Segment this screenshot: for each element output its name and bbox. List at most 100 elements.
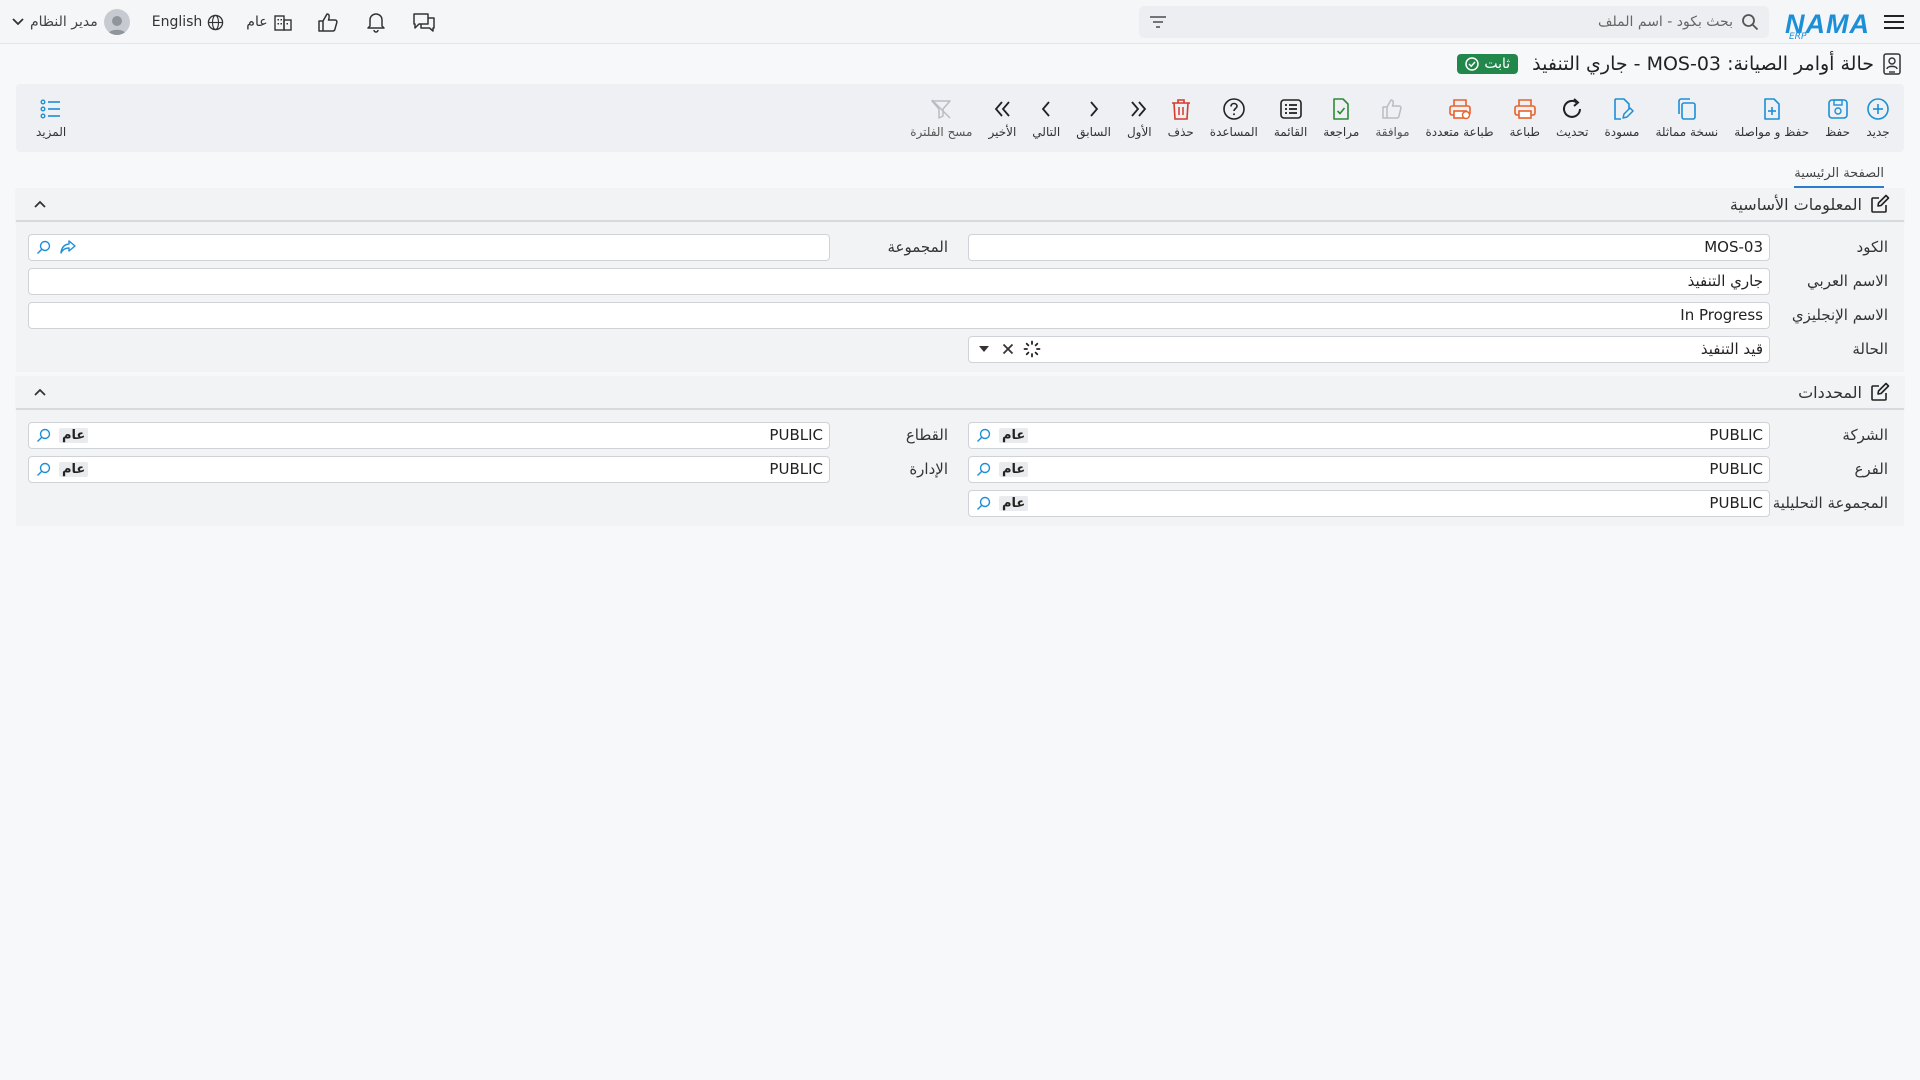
save-continue-label: حفظ و مواصلة	[1734, 125, 1810, 139]
dimensions-title-text: المحددات	[1798, 382, 1862, 402]
tab-main[interactable]: الصفحة الرئيسية	[1794, 166, 1884, 188]
delete-button[interactable]: حذف	[1160, 90, 1202, 146]
analysis-group-field[interactable]: PUBLIC عام	[968, 489, 1770, 517]
save-button[interactable]: حفظ	[1817, 90, 1858, 146]
draft-button[interactable]: مسودة	[1596, 90, 1647, 146]
next-button[interactable]: التالي	[1024, 90, 1068, 146]
basic-info-header: المعلومات الأساسية	[16, 188, 1904, 222]
code-group: الكود MOS-03	[960, 233, 1900, 261]
search-icon[interactable]	[975, 426, 993, 444]
department-group: الإدارة PUBLIC عام	[20, 455, 960, 483]
search-icon[interactable]	[975, 494, 993, 512]
branch-label: الفرع	[1854, 460, 1888, 478]
search-icon[interactable]	[35, 460, 53, 478]
help-icon	[1223, 98, 1245, 120]
save-continue-button[interactable]: حفظ و مواصلة	[1726, 90, 1817, 146]
edit-icon	[1871, 382, 1890, 401]
branch-group: الفرع PUBLIC عام	[960, 455, 1900, 483]
arabic-name-field[interactable]: جاري التنفيذ	[28, 267, 1770, 295]
branch-field[interactable]: PUBLIC عام	[968, 455, 1770, 483]
list-bullets-icon	[40, 99, 61, 119]
list-icon	[1279, 99, 1302, 119]
user-name: مدير النظام	[30, 14, 98, 30]
dimensions-section: المحددات الشركة PUBLIC عام القطاع PUBLIC…	[16, 376, 1904, 526]
code-value: MOS-03	[1704, 238, 1763, 256]
department-field[interactable]: PUBLIC عام	[28, 455, 830, 483]
department-label: الإدارة	[909, 460, 948, 478]
language-switch[interactable]: English	[152, 14, 225, 31]
menu-icon[interactable]	[1880, 8, 1908, 36]
collapse-dimensions-button[interactable]	[30, 382, 50, 402]
caret-down-icon[interactable]	[975, 340, 993, 358]
review-button[interactable]: مراجعة	[1315, 90, 1367, 146]
code-label: الكود	[1856, 238, 1888, 256]
share-icon[interactable]	[59, 238, 77, 256]
arabic-name-label: الاسم العربي	[1807, 272, 1888, 290]
thumbs-up-icon	[1382, 99, 1403, 119]
sector-field[interactable]: PUBLIC عام	[28, 421, 830, 449]
chevron-up-icon	[34, 388, 46, 396]
search-icon[interactable]	[35, 426, 53, 444]
search-icon[interactable]	[35, 238, 53, 256]
filter-icon[interactable]	[1149, 15, 1167, 29]
first-button[interactable]: الأول	[1119, 90, 1160, 146]
globe-icon	[208, 14, 224, 30]
basic-row-2: الاسم العربي جاري التنفيذ	[20, 264, 1900, 298]
status-label: الحالة	[1852, 340, 1888, 358]
filter-off-icon	[931, 99, 952, 119]
first-label: الأول	[1126, 125, 1152, 139]
duplicate-button[interactable]: نسخة مماثلة	[1647, 90, 1726, 146]
help-button[interactable]: المساعدة	[1202, 90, 1266, 146]
company-chip: عام	[999, 427, 1029, 443]
company-label: عام	[246, 14, 268, 30]
bell-icon[interactable]	[363, 9, 389, 35]
previous-button[interactable]: السابق	[1068, 90, 1119, 146]
sector-group: القطاع PUBLIC عام	[20, 421, 960, 449]
check-circle-icon	[1465, 57, 1480, 71]
file-check-icon	[1333, 98, 1350, 120]
search-icon[interactable]	[1741, 13, 1759, 31]
toolbar: جديد حفظ حفظ و مواصلة نسخة مماثلة مسودة …	[16, 84, 1904, 152]
basic-row-3: الاسم الإنجليزي In Progress	[20, 298, 1900, 332]
status-select[interactable]: قيد التنفيذ	[968, 335, 1770, 363]
approve-button[interactable]: موافقة	[1367, 90, 1417, 146]
sector-label: القطاع	[905, 426, 948, 444]
id-card-icon	[1882, 52, 1902, 76]
list-label: القائمة	[1273, 125, 1308, 139]
search-input[interactable]	[1175, 13, 1733, 30]
title-row: حالة أوامر الصيانة: MOS-03 - جاري التنفي…	[0, 44, 1920, 84]
list-button[interactable]: القائمة	[1266, 90, 1315, 146]
code-field[interactable]: MOS-03	[968, 233, 1770, 261]
new-label: جديد	[1866, 125, 1890, 139]
loading-spinner-icon	[1023, 340, 1041, 358]
refresh-button[interactable]: تحديث	[1548, 90, 1597, 146]
analysis-group-group: المجموعة التحليلية PUBLIC عام	[960, 489, 1900, 517]
double-chevron-right-icon	[1131, 101, 1147, 117]
status-badge-label: ثابت	[1484, 56, 1511, 72]
help-label: المساعدة	[1209, 125, 1258, 139]
last-button[interactable]: الأخير	[980, 90, 1024, 146]
like-icon[interactable]	[315, 9, 341, 35]
analysis-group-value: PUBLIC	[1709, 494, 1763, 512]
company-value: PUBLIC	[1709, 426, 1763, 444]
collapse-basic-info-button[interactable]	[30, 194, 50, 214]
chat-icon[interactable]	[411, 9, 437, 35]
multi-print-button[interactable]: طباعة متعددة	[1418, 90, 1502, 146]
app-logo[interactable]: NAMA ERP	[1785, 6, 1870, 42]
english-name-value: In Progress	[1680, 306, 1763, 324]
new-button[interactable]: جديد	[1858, 90, 1898, 146]
clear-filter-button[interactable]: مسح الفلترة	[902, 90, 980, 146]
company-field[interactable]: PUBLIC عام	[968, 421, 1770, 449]
department-chip: عام	[59, 461, 89, 477]
english-name-field[interactable]: In Progress	[28, 301, 1770, 329]
refresh-label: تحديث	[1555, 125, 1589, 139]
clear-icon[interactable]	[999, 340, 1017, 358]
dim-row-3: المجموعة التحليلية PUBLIC عام	[20, 486, 1900, 520]
plus-circle-icon	[1867, 98, 1889, 120]
more-button[interactable]: المزيد	[28, 90, 74, 146]
company-switch[interactable]: عام	[246, 13, 292, 31]
search-icon[interactable]	[975, 460, 993, 478]
group-field[interactable]	[28, 233, 830, 261]
print-button[interactable]: طباعة	[1502, 90, 1548, 146]
user-menu[interactable]: مدير النظام	[12, 9, 130, 35]
